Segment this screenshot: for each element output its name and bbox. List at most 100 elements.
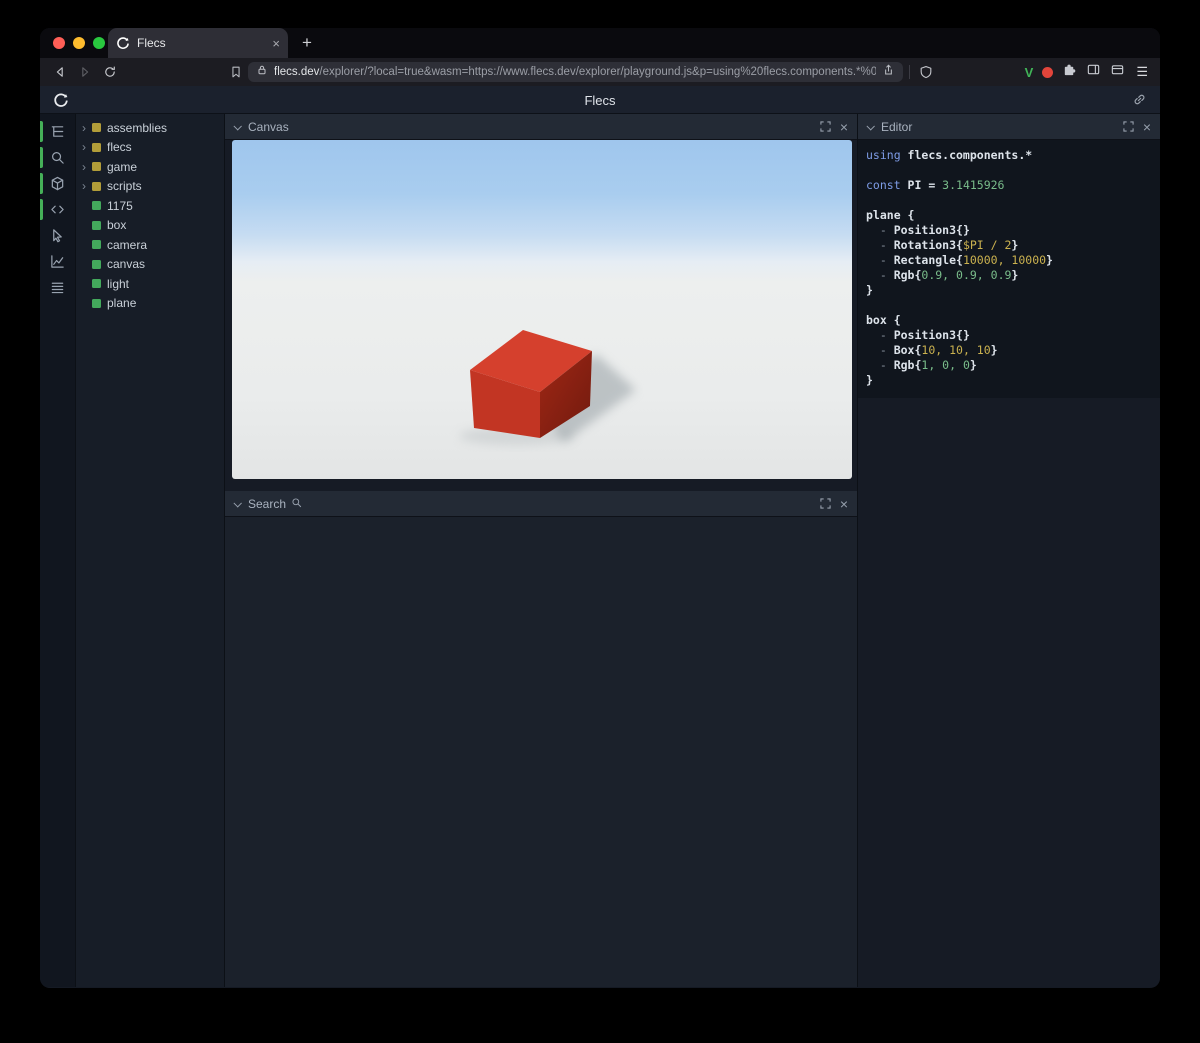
minimize-window-button[interactable] xyxy=(73,37,85,49)
forward-button[interactable] xyxy=(77,64,93,80)
tree-item-camera[interactable]: camera xyxy=(76,235,224,255)
red-box-render xyxy=(459,330,636,445)
toolbar-divider xyxy=(909,65,910,79)
reload-button[interactable] xyxy=(102,64,118,80)
url-host: flecs.dev xyxy=(274,66,320,78)
tree-item-scripts[interactable]: › scripts xyxy=(76,177,224,197)
desktop-background: Flecs × + flecs.dev/explorer/?local=true… xyxy=(0,0,1200,1043)
page-title: Flecs xyxy=(584,93,616,108)
search-icon xyxy=(291,495,302,513)
collapse-chevron-icon[interactable] xyxy=(866,121,875,131)
browser-tab[interactable]: Flecs × xyxy=(108,28,288,58)
url-path: /explorer/?local=true&wasm=https://www.f… xyxy=(319,66,876,78)
collapse-chevron-icon[interactable] xyxy=(233,498,242,508)
tree-item-game[interactable]: › game xyxy=(76,157,224,177)
close-panel-icon[interactable]: × xyxy=(840,497,848,511)
entity-square-icon xyxy=(92,240,101,250)
tab-title: Flecs xyxy=(137,36,166,50)
share-icon[interactable] xyxy=(882,63,895,81)
tree-item-canvas[interactable]: canvas xyxy=(76,255,224,275)
module-square-icon xyxy=(92,181,101,191)
url-text[interactable]: flecs.dev/explorer/?local=true&wasm=http… xyxy=(274,66,876,78)
tree-item-box[interactable]: box xyxy=(76,216,224,236)
sidebar-toggle-icon[interactable] xyxy=(1086,62,1101,82)
tab-close-icon[interactable]: × xyxy=(272,36,280,51)
tree-item-label: plane xyxy=(107,296,137,311)
expand-chevron-icon[interactable]: › xyxy=(82,180,92,192)
code-line: const PI = 3.1415926 xyxy=(866,178,1005,192)
module-square-icon xyxy=(92,162,101,172)
tree-item-label: assemblies xyxy=(107,120,168,135)
code-line: using flecs.components.* xyxy=(866,148,1033,162)
expand-chevron-icon[interactable]: › xyxy=(82,122,92,134)
canvas-panel-title: Canvas xyxy=(248,119,289,134)
shield-icon[interactable] xyxy=(918,64,934,80)
share-link-icon[interactable] xyxy=(1132,92,1147,112)
code-line: - Rotation3{$PI / 2} xyxy=(866,238,1019,252)
tree-item-plane[interactable]: plane xyxy=(76,294,224,314)
code-line: - Rgb{1, 0, 0} xyxy=(866,358,977,372)
sidebar-entities-icon[interactable] xyxy=(40,173,75,194)
window-controls xyxy=(53,37,105,49)
new-tab-button[interactable]: + xyxy=(302,33,312,53)
sidebar-code-icon[interactable] xyxy=(40,199,75,220)
code-editor[interactable]: using flecs.components.* const PI = 3.14… xyxy=(858,140,1160,398)
tree-item-label: light xyxy=(107,276,130,291)
entity-square-icon xyxy=(92,279,101,289)
code-line: - Rgb{0.9, 0.9, 0.9} xyxy=(866,268,1019,282)
tree-item-flecs[interactable]: › flecs xyxy=(76,138,224,158)
sidebar-entity-tree-icon[interactable] xyxy=(40,121,75,142)
tree-item-label: camera xyxy=(107,237,148,252)
editor-column: Editor × using flecs.components.* const … xyxy=(858,114,1160,987)
tab-strip: Flecs × + xyxy=(40,28,1160,58)
collapse-chevron-icon[interactable] xyxy=(233,121,242,131)
icon-rail xyxy=(40,114,76,987)
search-results-area[interactable] xyxy=(225,517,857,987)
code-line: - Rectangle{10000, 10000} xyxy=(866,253,1053,267)
tree-item-assemblies[interactable]: › assemblies xyxy=(76,118,224,138)
tree-item-label: flecs xyxy=(107,140,132,155)
zoom-window-button[interactable] xyxy=(93,37,105,49)
search-panel-header: Search × xyxy=(225,491,857,517)
module-square-icon xyxy=(92,123,101,133)
code-line: - Position3{} xyxy=(866,223,970,237)
sidebar-queries-icon[interactable] xyxy=(40,279,75,296)
sidebar-stats-icon[interactable] xyxy=(40,253,75,270)
v-extension-icon[interactable]: V xyxy=(1025,65,1034,80)
tree-item-label: scripts xyxy=(107,179,142,194)
menu-button[interactable]: ☰ xyxy=(1136,64,1148,80)
tree-item-light[interactable]: light xyxy=(76,274,224,294)
canvas-3d-viewport[interactable] xyxy=(232,140,852,479)
url-bar[interactable]: flecs.dev/explorer/?local=true&wasm=http… xyxy=(248,62,903,82)
tree-item-1175[interactable]: 1175 xyxy=(76,196,224,216)
main-content: › assemblies › flecs › game › scripts 1175 box cam… xyxy=(40,114,1160,987)
wallet-card-icon[interactable] xyxy=(1110,62,1125,82)
sidebar-search-icon[interactable] xyxy=(40,147,75,168)
bookmark-icon[interactable] xyxy=(228,64,244,80)
code-line: } xyxy=(866,373,873,387)
lock-icon xyxy=(256,63,268,81)
close-panel-icon[interactable]: × xyxy=(840,120,848,134)
extensions-puzzle-icon[interactable] xyxy=(1062,62,1077,82)
back-button[interactable] xyxy=(52,64,68,80)
tree-item-label: 1175 xyxy=(107,198,133,213)
expand-chevron-icon[interactable]: › xyxy=(82,141,92,153)
extension-icons: V xyxy=(1025,62,1126,82)
expand-chevron-icon[interactable]: › xyxy=(82,161,92,173)
entity-square-icon xyxy=(92,298,101,308)
flecs-logo-icon[interactable] xyxy=(53,92,69,113)
entity-tree-panel: › assemblies › flecs › game › scripts 1175 box cam… xyxy=(76,114,225,987)
fullscreen-icon[interactable] xyxy=(820,121,831,132)
sidebar-inspect-icon[interactable] xyxy=(40,227,75,244)
close-panel-icon[interactable]: × xyxy=(1143,120,1151,134)
fullscreen-icon[interactable] xyxy=(1123,121,1134,132)
record-extension-icon[interactable] xyxy=(1042,66,1054,78)
code-line: - Position3{} xyxy=(866,328,970,342)
search-panel-title: Search xyxy=(248,496,287,511)
fullscreen-icon[interactable] xyxy=(820,498,831,509)
close-window-button[interactable] xyxy=(53,37,65,49)
entity-square-icon xyxy=(92,201,101,211)
flecs-favicon-icon xyxy=(116,36,130,50)
